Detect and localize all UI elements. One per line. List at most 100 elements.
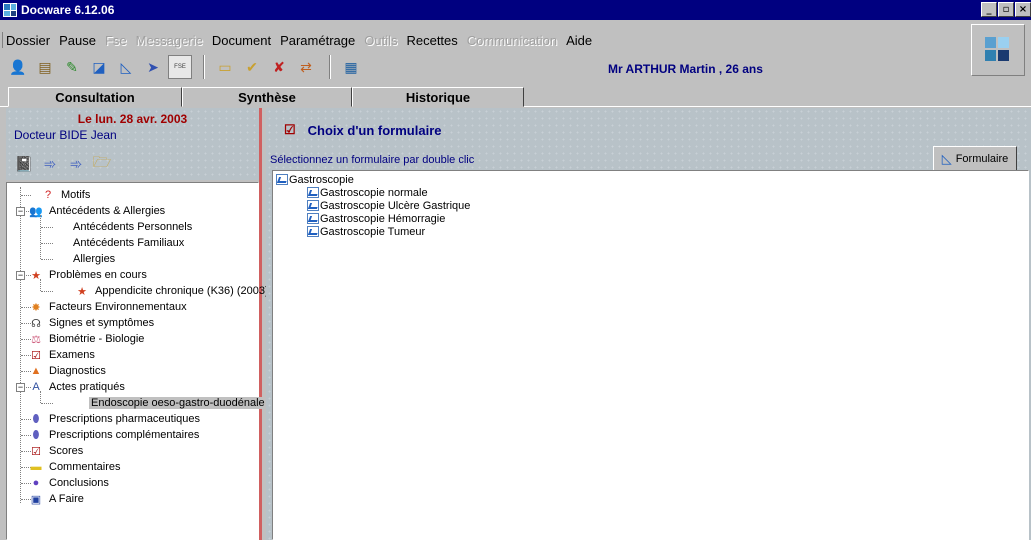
tree-node-label: Commentaires [49,461,121,473]
tree-node[interactable]: ● Conclusions [29,475,109,491]
pill-icon: ⬮ [32,412,40,425]
folder-reject-icon[interactable]: ✘ [267,55,291,79]
tree-expander[interactable]: − [16,271,25,280]
tree-node[interactable]: Antécédents Familiaux [73,235,184,251]
tree-node[interactable]: ★ Problèmes en cours [29,267,147,283]
tree-node[interactable]: ⬮ Prescriptions complémentaires [29,427,200,443]
todo-icon: ▣ [30,493,42,506]
folder-accept-icon[interactable]: ✔ [240,55,264,79]
minimize-button[interactable]: _ [981,2,997,17]
folder-sync-icon[interactable]: ⇄ [294,55,318,79]
tree-node[interactable]: ▬ Commentaires [29,459,121,475]
window-title: Docware 6.12.06 [21,3,115,17]
left-panel: Le lun. 28 avr. 2003 Docteur BIDE Jean 📓… [6,108,269,540]
menu-item-2[interactable]: Fse [105,33,127,48]
form-list: Gastroscopie Gastroscopie normale Gastrosc… [272,170,1029,540]
menu-item-0[interactable]: Dossier [6,33,50,48]
form-list-item[interactable]: Gastroscopie [276,173,354,186]
right-panel: ☑ Choix d'un formulaire ◺ Formulaire Sél… [266,108,1031,540]
note-icon: ▬ [30,461,42,473]
folder-icon[interactable]: ▭ [213,55,237,79]
tree-node-label: Antécédents & Allergies [49,205,166,217]
form-item-label: Gastroscopie Ulcère Gastrique [320,199,471,212]
arrow-right-icon[interactable]: ➾ [40,154,60,174]
tree-node-label: Antécédents Personnels [73,221,193,233]
edit-note-icon[interactable]: ✎ [60,55,84,79]
form-item-label: Gastroscopie Hémorragie [320,212,446,225]
menu-item-5[interactable]: Paramétrage [280,33,355,48]
tree-node[interactable]: 👥 Antécédents & Allergies [29,203,165,219]
tree-node[interactable]: Endoscopie oeso-gastro-duodénale [89,395,267,411]
tree-node[interactable]: ★ Appendicite chronique (K36) (2003) [75,283,269,299]
tree-node-label: Examens [49,349,95,361]
fse-icon[interactable]: FSE [168,55,192,79]
form-hint: Sélectionnez un formulaire par double cl… [270,154,475,166]
tree-node[interactable]: Antécédents Personnels [73,219,192,235]
triangle-icon: ▲ [30,365,42,377]
form-list-item[interactable]: Gastroscopie Hémorragie [307,212,445,225]
tree-node[interactable]: ? Motifs [41,187,90,203]
tab-historique[interactable]: Historique [352,87,524,107]
patient-icon[interactable]: 👤 [6,55,30,79]
close-button[interactable]: × [1015,2,1031,17]
tree-node[interactable]: ✸ Facteurs Environnementaux [29,299,187,315]
question-person-icon: ? [44,189,52,201]
check-icon: ☑ [31,349,41,362]
form-item-label: Gastroscopie normale [320,186,428,199]
tab-synthese[interactable]: Synthèse [182,87,352,107]
arrow-icon[interactable]: ➤ [141,55,165,79]
menu-item-9[interactable]: Aide [566,33,592,48]
stethoscope-icon: ☊ [31,317,41,330]
tree-node[interactable]: Allergies [73,251,115,267]
form-icon [307,213,319,224]
title-bar: Docware 6.12.06 _ ▫ × [0,0,1031,20]
form-title: Choix d'un formulaire [307,122,442,138]
tree-node[interactable]: ▲ Diagnostics [29,363,106,379]
tree-node[interactable]: ☑ Examens [29,347,95,363]
patient-name: Mr ARTHUR Martin , 26 ans [608,62,763,76]
form-header: ☑ Choix d'un formulaire [284,122,441,138]
menu-item-7[interactable]: Recettes [406,33,457,48]
star-icon: ★ [77,285,87,298]
open-file-icon[interactable]: ▤ [33,55,57,79]
tree-node[interactable]: ⚖ Biométrie - Biologie [29,331,144,347]
tree-node-label: Conclusions [49,477,109,489]
tree-node-label: Facteurs Environnementaux [49,301,187,313]
tree-node[interactable]: ☊ Signes et symptômes [29,315,154,331]
chart-icon[interactable]: ◪ [87,55,111,79]
menu-item-1[interactable]: Pause [59,33,96,48]
form-icon [276,174,288,185]
tree-node-label: Prescriptions complémentaires [49,429,200,441]
check-icon: ☑ [31,445,41,458]
tree-node-label: Scores [49,445,84,457]
form-list-item[interactable]: Gastroscopie Ulcère Gastrique [307,199,470,212]
tree-node[interactable]: A Actes pratiqués [29,379,125,395]
folder-open-icon[interactable]: 🗁 [92,154,112,174]
menu-item-6[interactable]: Outils [364,33,397,48]
tree-expander[interactable]: − [16,383,25,392]
arrow-forward-icon[interactable]: ➾ [66,154,86,174]
tree-node[interactable]: ☑ Scores [29,443,83,459]
form-list-item[interactable]: Gastroscopie Tumeur [307,225,425,238]
doctor-name: Docteur BIDE Jean [14,128,117,142]
toolbar: 👤 ▤ ✎ ◪ ◺ ➤ FSE ▭ ✔ ✘ ⇄ ▦ [6,52,366,82]
docware-logo-icon [971,24,1025,76]
notebook-icon[interactable]: 📓 [14,154,34,174]
tree-node-label: Diagnostics [49,365,106,377]
form-icon [307,200,319,211]
menu-item-3[interactable]: Messagerie [136,33,203,48]
tree-node[interactable]: ▣ A Faire [29,491,84,507]
grid-icon[interactable]: ▦ [339,55,363,79]
tab-consultation[interactable]: Consultation [8,87,182,107]
tree-node-label: Actes pratiqués [49,381,125,393]
menu-item-4[interactable]: Document [212,33,271,48]
graph-icon[interactable]: ◺ [114,55,138,79]
form-list-item[interactable]: Gastroscopie normale [307,186,428,199]
pill-icon: ⬮ [32,428,40,441]
menu-item-8[interactable]: Communication [467,33,557,48]
tree-node[interactable]: ⬮ Prescriptions pharmaceutiques [29,411,201,427]
menu-bar: Dossier Pause Fse Messagerie Document Paramét… [2,30,601,50]
tree-expander[interactable]: − [16,207,25,216]
formulaire-button[interactable]: ◺ Formulaire [933,146,1017,172]
restore-button[interactable]: ▫ [998,2,1014,17]
